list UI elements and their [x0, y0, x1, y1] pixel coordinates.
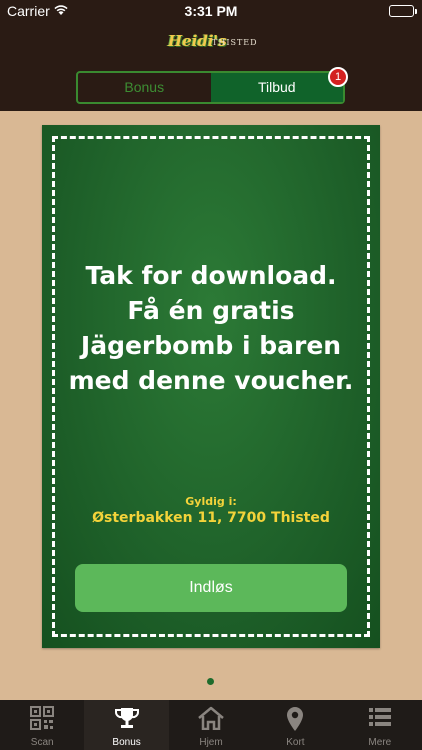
app-header: Carrier 3:31 PM Heidi's THISTED Bonus Ti…: [0, 0, 422, 111]
valid-label: Gyldig i:: [185, 495, 237, 508]
tab-bonus[interactable]: Bonus: [84, 700, 169, 750]
voucher-card: Tak for download. Få én gratis Jägerbomb…: [42, 125, 380, 648]
segment-tilbud[interactable]: Tilbud: [210, 73, 343, 102]
trophy-icon: [114, 706, 140, 734]
map-pin-icon: [286, 706, 304, 736]
logo-city-text: THISTED: [212, 38, 258, 47]
status-bar: Carrier 3:31 PM: [0, 0, 422, 22]
tab-hjem[interactable]: Hjem: [169, 700, 253, 750]
home-icon: [198, 706, 224, 734]
redeem-button[interactable]: Indløs: [75, 564, 347, 612]
segment-bonus[interactable]: Bonus: [78, 73, 211, 102]
tab-kort[interactable]: Kort: [253, 700, 337, 750]
tab-mere[interactable]: Mere: [338, 700, 422, 750]
tilbud-notification-badge: 1: [328, 67, 348, 87]
tab-bonus-label: Bonus: [112, 737, 141, 748]
tab-scan[interactable]: Scan: [0, 700, 84, 750]
tab-mere-label: Mere: [368, 737, 392, 748]
status-time: 3:31 PM: [184, 3, 238, 19]
battery-icon: [389, 5, 417, 17]
page-indicator-dot[interactable]: [207, 678, 214, 685]
tab-kort-label: Kort: [286, 737, 305, 748]
bonus-tilbud-segmented-control: Bonus Tilbud 1: [76, 67, 348, 104]
list-icon: [368, 706, 392, 732]
qr-code-icon: [30, 706, 55, 734]
tab-hjem-label: Hjem: [199, 737, 223, 748]
voucher-headline: Tak for download. Få én gratis Jägerbomb…: [68, 261, 354, 395]
bottom-tab-bar: Scan Bonus Hjem Kort Mere: [0, 700, 422, 750]
valid-address: Østerbakken 11, 7700 Thisted: [92, 510, 330, 526]
tab-scan-label: Scan: [30, 737, 54, 748]
heidis-logo: Heidi's THISTED: [168, 30, 258, 56]
